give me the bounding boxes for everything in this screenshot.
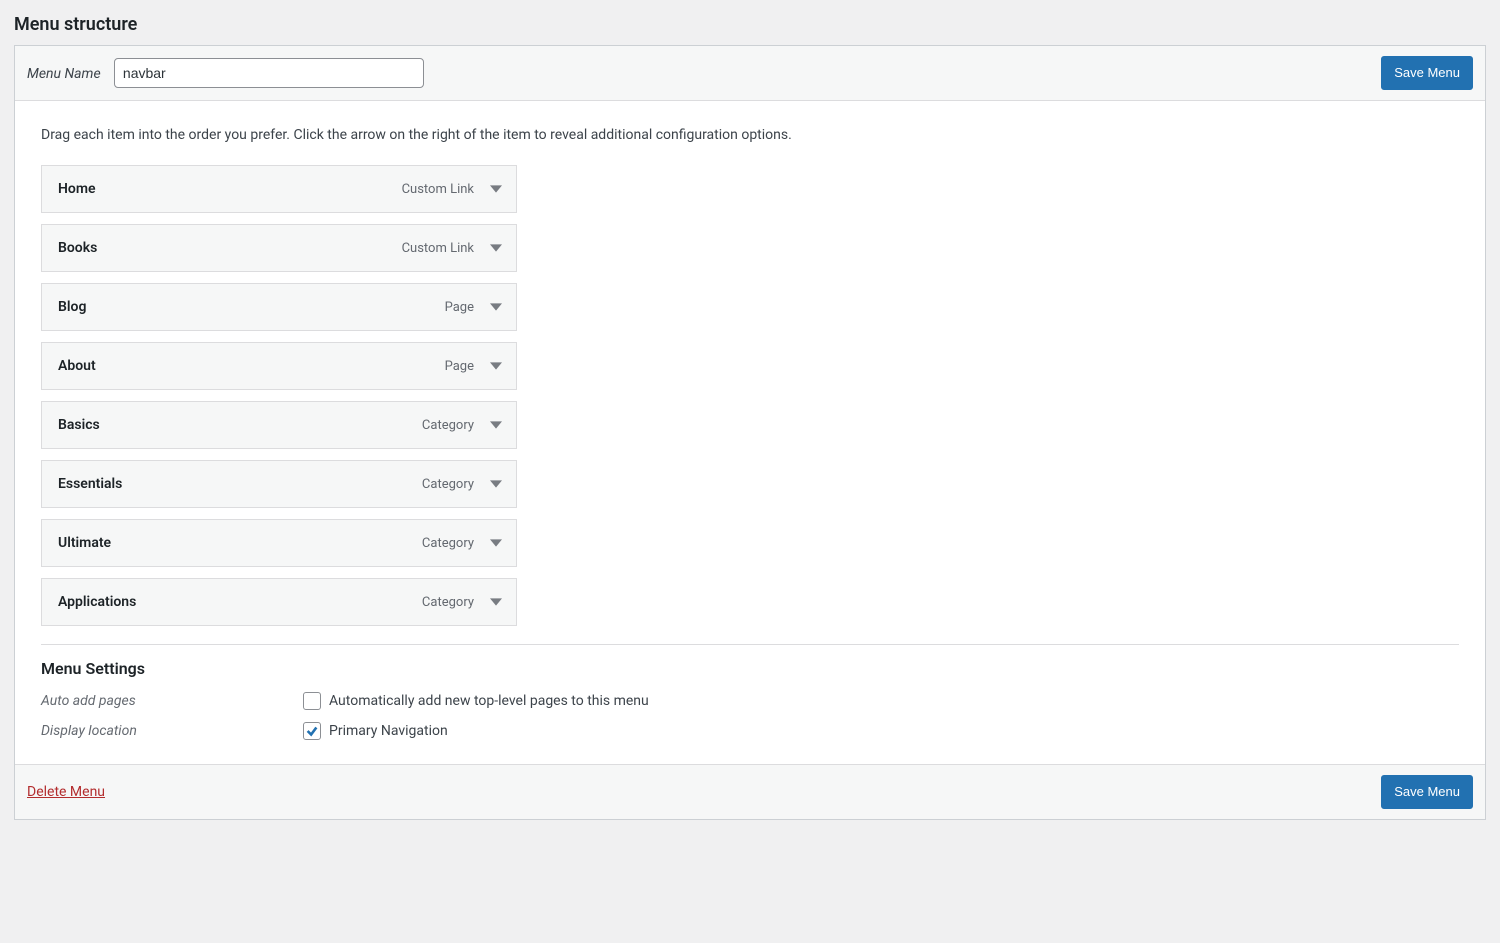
menu-item-controls: Category [422,533,506,553]
menu-items-list: Home Custom Link Books Custom Link Blog … [29,165,1471,626]
menu-settings-title: Menu Settings [41,659,1459,678]
menu-body: Drag each item into the order you prefer… [15,101,1485,764]
drag-instructions: Drag each item into the order you prefer… [29,127,1471,143]
menu-name-label: Menu Name [27,66,101,82]
menu-item-title: Blog [58,299,86,315]
checkbox-checked-icon[interactable] [303,722,321,740]
menu-item-title: Essentials [58,476,122,492]
auto-add-pages-checkbox-wrap[interactable]: Automatically add new top-level pages to… [303,692,649,710]
menu-name-input[interactable] [114,58,424,88]
display-location-checkbox-label: Primary Navigation [329,723,448,739]
display-location-row: Display location Primary Navigation [29,716,1471,746]
menu-item-title: Ultimate [58,535,111,551]
checkbox-unchecked-icon[interactable] [303,692,321,710]
divider [41,644,1459,645]
menu-item-title: Home [58,181,96,197]
menu-item[interactable]: Books Custom Link [41,224,517,272]
menu-item-title: Books [58,240,97,256]
menu-item-title: Basics [58,417,100,433]
menu-item-controls: Page [445,297,506,317]
chevron-down-icon[interactable] [486,179,506,199]
auto-add-pages-checkbox-label: Automatically add new top-level pages to… [329,693,649,709]
auto-add-pages-row: Auto add pages Automatically add new top… [29,686,1471,716]
chevron-down-icon[interactable] [486,415,506,435]
menu-footer: Delete Menu Save Menu [15,764,1485,819]
menu-item-type: Page [445,300,474,315]
save-menu-button-top[interactable]: Save Menu [1381,56,1473,90]
menu-item-title: About [58,358,96,374]
display-location-checkbox-wrap[interactable]: Primary Navigation [303,722,448,740]
chevron-down-icon[interactable] [486,356,506,376]
menu-item[interactable]: Applications Category [41,578,517,626]
menu-item-controls: Category [422,592,506,612]
chevron-down-icon[interactable] [486,474,506,494]
menu-item-type: Category [422,536,474,551]
menu-item-type: Category [422,477,474,492]
menu-item-type: Custom Link [402,241,474,256]
menu-item[interactable]: Basics Category [41,401,517,449]
menu-name-group: Menu Name [27,58,424,88]
menu-structure-title: Menu structure [14,14,1486,35]
chevron-down-icon[interactable] [486,533,506,553]
menu-item-title: Applications [58,594,136,610]
menu-item[interactable]: Essentials Category [41,460,517,508]
save-menu-button-bottom[interactable]: Save Menu [1381,775,1473,809]
chevron-down-icon[interactable] [486,592,506,612]
menu-item-type: Category [422,418,474,433]
menu-item[interactable]: About Page [41,342,517,390]
menu-item[interactable]: Home Custom Link [41,165,517,213]
chevron-down-icon[interactable] [486,297,506,317]
menu-item-controls: Custom Link [402,238,506,258]
menu-item[interactable]: Ultimate Category [41,519,517,567]
menu-item-type: Category [422,595,474,610]
menu-item-controls: Page [445,356,506,376]
chevron-down-icon[interactable] [486,238,506,258]
menu-item-controls: Category [422,415,506,435]
menu-item[interactable]: Blog Page [41,283,517,331]
menu-item-controls: Custom Link [402,179,506,199]
menu-panel: Menu Name Save Menu Drag each item into … [14,45,1486,820]
display-location-label: Display location [41,723,303,739]
menu-item-controls: Category [422,474,506,494]
auto-add-pages-label: Auto add pages [41,693,303,709]
menu-item-type: Custom Link [402,182,474,197]
menu-item-type: Page [445,359,474,374]
menu-header: Menu Name Save Menu [15,46,1485,101]
delete-menu-link[interactable]: Delete Menu [27,784,105,800]
